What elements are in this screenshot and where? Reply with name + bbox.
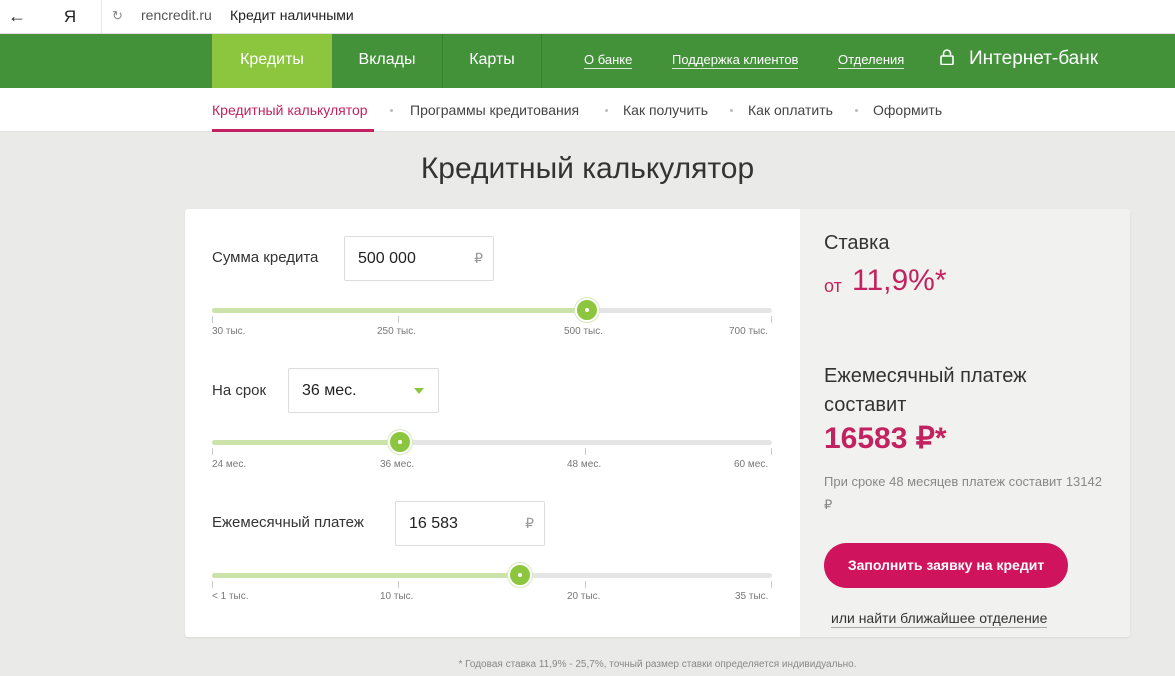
subnav-item-apply[interactable]: Оформить (873, 102, 942, 118)
subnav-item-programs[interactable]: Программы кредитования (410, 102, 579, 118)
subnav-separator (605, 109, 608, 112)
slider-tick (771, 581, 772, 588)
find-branch-link[interactable]: или найти ближайшее отделение (831, 610, 1048, 628)
rate-prefix: от (824, 276, 842, 296)
monthly-payment-value: 16583 ₽* (824, 422, 947, 455)
nav-tab-cards[interactable]: Карты (443, 34, 541, 88)
subnav-separator (730, 109, 733, 112)
subnav-item-calculator[interactable]: Кредитный калькулятор (212, 102, 368, 118)
term-tick-label: 48 мес. (567, 459, 602, 470)
payment-tick-label: 20 тыс. (567, 591, 601, 602)
rate-footnote: * Годовая ставка 11,9% - 25,7%, точный р… (458, 659, 857, 670)
ruble-icon: ₽ (474, 250, 483, 266)
monthly-payment-label: Ежемесячный платеж составит (824, 365, 1027, 416)
subnav-item-how-to-get[interactable]: Как получить (623, 102, 708, 118)
payment-note: При сроке 48 месяцев платеж составит 131… (824, 474, 1102, 512)
amount-value: 500 000 (358, 250, 416, 267)
url-domain[interactable]: rencredit.ru (141, 7, 212, 23)
payment-label: Ежемесячный платеж (212, 514, 364, 531)
subnav-separator (390, 109, 393, 112)
slider-tick (398, 316, 399, 323)
term-tick-label: 36 мес. (380, 459, 415, 470)
rate-label: Ставка (824, 232, 890, 254)
chevron-down-icon (414, 388, 424, 394)
page-title: Кредитный калькулятор (420, 152, 755, 185)
nav-link-about[interactable]: О банке (584, 52, 633, 69)
term-slider-handle[interactable] (388, 430, 412, 454)
term-slider-fill (212, 440, 400, 445)
apply-button[interactable]: Заполнить заявку на кредит (824, 543, 1068, 588)
tab-title: Кредит наличными (230, 7, 354, 23)
payment-tick-label: 10 тыс. (380, 591, 414, 602)
nav-separator (541, 34, 542, 88)
payment-tick-label: < 1 тыс. (212, 591, 249, 602)
slider-tick (398, 581, 399, 588)
payment-slider-fill (212, 573, 520, 578)
nav-tab-deposits[interactable]: Вклады (332, 34, 442, 88)
slider-tick (212, 316, 213, 323)
amount-slider-handle[interactable] (575, 298, 599, 322)
payment-slider-handle[interactable] (508, 563, 532, 587)
amount-slider[interactable] (212, 298, 772, 323)
payment-input[interactable]: 16 583 ₽ (395, 501, 545, 546)
slider-tick (212, 448, 213, 455)
amount-label: Сумма кредита (212, 249, 319, 266)
slider-tick (585, 448, 586, 455)
ruble-icon: ₽ (525, 515, 534, 531)
bar-divider (101, 0, 102, 34)
internet-bank-link[interactable]: Интернет-банк (969, 48, 1098, 70)
payment-slider[interactable] (212, 563, 772, 588)
reload-icon[interactable]: ↻ (112, 8, 123, 24)
term-tick-label: 24 мес. (212, 459, 247, 470)
amount-tick-label: 500 тыс. (564, 326, 604, 337)
rate-value: 11,9%* (852, 264, 947, 297)
nav-link-support[interactable]: Поддержка клиентов (672, 52, 799, 69)
amount-tick-label: 700 тыс. (729, 326, 769, 337)
term-tick-label: 60 мес. (734, 459, 769, 470)
amount-tick-label: 250 тыс. (377, 326, 417, 337)
yandex-logo[interactable]: Я (58, 6, 82, 28)
slider-tick (212, 581, 213, 588)
lock-icon (940, 49, 954, 65)
slider-tick (585, 581, 586, 588)
payment-value: 16 583 (409, 515, 458, 532)
nav-tab-credits[interactable]: Кредиты (212, 34, 332, 88)
amount-input[interactable]: 500 000 ₽ (344, 236, 494, 281)
amount-slider-fill (212, 308, 587, 313)
subnav-item-how-to-pay[interactable]: Как оплатить (748, 102, 833, 118)
slider-tick (771, 316, 772, 323)
main-nav: Кредиты Вклады Карты О банке Поддержка к… (0, 34, 1175, 88)
active-tab-underline (212, 129, 374, 132)
term-label: На срок (212, 382, 267, 399)
amount-tick-label: 30 тыс. (212, 326, 246, 337)
term-select[interactable]: 36 мес. (288, 368, 439, 413)
payment-tick-label: 35 тыс. (735, 591, 769, 602)
term-slider[interactable] (212, 430, 772, 455)
sub-nav: Кредитный калькулятор Программы кредитов… (0, 88, 1175, 132)
slider-tick (771, 448, 772, 455)
subnav-separator (855, 109, 858, 112)
term-value: 36 мес. (302, 382, 357, 399)
browser-bar: ← Я ↻ rencredit.ru Кредит наличными (0, 0, 1175, 34)
nav-link-branches[interactable]: Отделения (838, 52, 905, 69)
back-arrow-icon[interactable]: ← (4, 4, 30, 28)
